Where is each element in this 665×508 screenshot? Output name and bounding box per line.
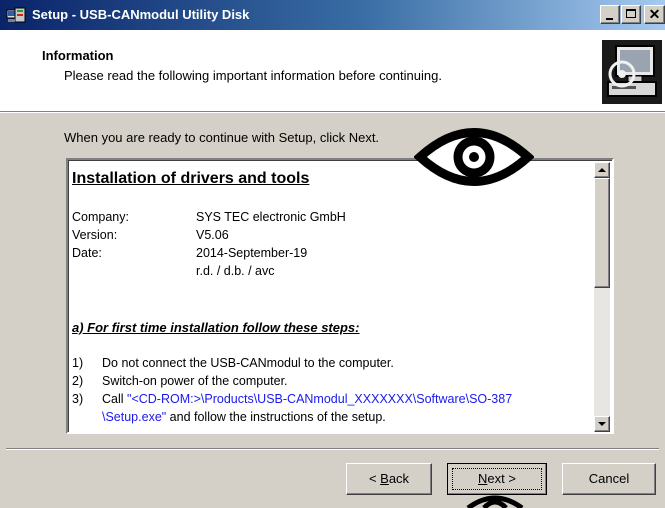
- meta-value-version: V5.06: [196, 228, 229, 242]
- arrow-down-icon: [598, 422, 606, 426]
- instruction-text: When you are ready to continue with Setu…: [64, 130, 380, 145]
- back-rest: ack: [388, 471, 410, 486]
- step-text: Call "<CD-ROM:>\Products\USB-CANmodul_XX…: [102, 392, 512, 406]
- page-subtitle: Please read the following important info…: [64, 68, 442, 83]
- meta-label-date: Date:: [72, 246, 102, 260]
- information-memo[interactable]: Installation of drivers and tools Compan…: [66, 158, 614, 434]
- step-number: 3): [72, 392, 84, 406]
- meta-value-company: SYS TEC electronic GmbH: [196, 210, 346, 224]
- back-button[interactable]: < Back: [346, 463, 432, 495]
- cancel-button[interactable]: Cancel: [562, 463, 656, 495]
- eye-icon: [414, 128, 534, 186]
- scroll-thumb[interactable]: [594, 178, 610, 288]
- step-text-suffix: and follow the instructions of the setup…: [166, 410, 386, 424]
- memo-title: Installation of drivers and tools: [72, 170, 310, 187]
- setup-path-link: "<CD-ROM:>\Products\USB-CANmodul_XXXXXXX…: [127, 392, 513, 406]
- computer-install-icon: [602, 40, 662, 104]
- footer-divider: [6, 448, 659, 450]
- page-title: Information: [42, 48, 114, 63]
- close-button[interactable]: ✕: [644, 5, 665, 24]
- minimize-icon: [606, 18, 613, 20]
- memo-scrollbar[interactable]: [594, 162, 610, 432]
- meta-label-version: Version:: [72, 228, 118, 242]
- arrow-up-icon: [598, 168, 606, 172]
- close-icon: ✕: [648, 6, 661, 22]
- eye-icon: [466, 495, 524, 508]
- step-text-continued: \Setup.exe" and follow the instructions …: [102, 410, 386, 424]
- section-heading: a) For first time installation follow th…: [72, 320, 360, 335]
- scroll-up-button[interactable]: [594, 162, 610, 178]
- setup-path-link-cont: \Setup.exe": [102, 410, 167, 424]
- cancel-button-label: Cancel: [588, 471, 630, 486]
- step-text: Switch-on power of the computer.: [102, 374, 288, 388]
- meta-value-date: 2014-September-19: [196, 246, 308, 260]
- next-mnemonic: N: [478, 471, 488, 486]
- maximize-icon: [626, 9, 636, 18]
- scroll-down-button[interactable]: [594, 416, 610, 432]
- back-mnemonic: B: [380, 471, 389, 486]
- setup-window: Setup - USB-CANmodul Utility Disk ✕ Info…: [0, 0, 665, 508]
- minimize-button[interactable]: [600, 5, 620, 24]
- memo-content: Installation of drivers and tools Compan…: [70, 162, 596, 432]
- next-button-label: Next >: [478, 471, 516, 486]
- title-bar[interactable]: Setup - USB-CANmodul Utility Disk ✕: [0, 0, 665, 30]
- next-button[interactable]: Next >: [447, 463, 547, 495]
- step-text: Do not connect the USB-CANmodul to the c…: [102, 356, 394, 370]
- back-prefix: <: [368, 471, 381, 486]
- next-rest: ext >: [487, 471, 516, 486]
- maximize-button[interactable]: [621, 5, 641, 24]
- step-number: 2): [72, 374, 84, 388]
- window-title: Setup - USB-CANmodul Utility Disk: [32, 7, 250, 22]
- step-number: 1): [72, 356, 84, 370]
- setup-app-icon: [6, 7, 26, 23]
- meta-value-authors: r.d. / d.b. / avc: [196, 264, 275, 278]
- meta-label-company: Company:: [72, 210, 129, 224]
- back-button-label: < Back: [369, 471, 409, 486]
- step-text-prefix: Call: [102, 392, 128, 406]
- wizard-header: Information Please read the following im…: [0, 30, 665, 113]
